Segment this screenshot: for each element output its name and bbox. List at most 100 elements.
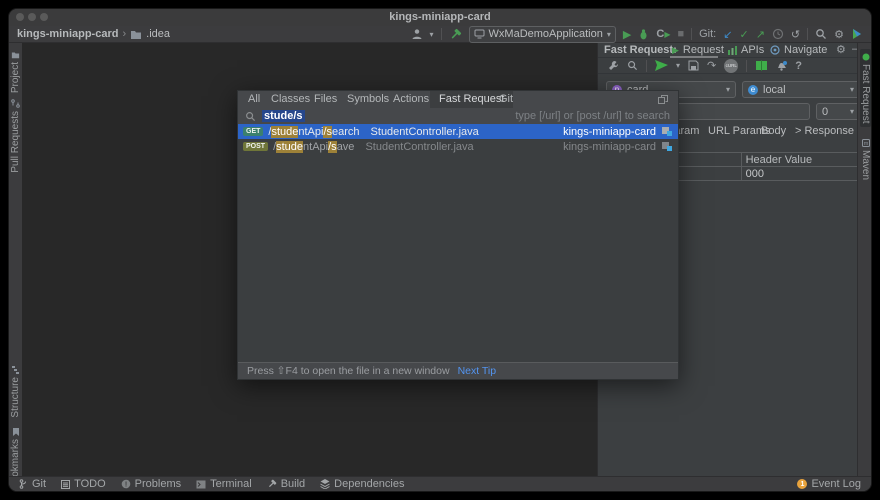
tab-symbols[interactable]: Symbols [347, 91, 389, 108]
sidebar-item-label: Project [10, 62, 21, 93]
send-options-caret-icon[interactable]: ▾ [676, 61, 680, 70]
tab-apis[interactable]: APIs [728, 44, 764, 56]
http-method-badge: GET [243, 127, 263, 136]
tab-navigate[interactable]: Navigate [770, 44, 827, 56]
stop-button: ■ [677, 28, 684, 40]
tab-all[interactable]: All [248, 91, 260, 108]
build-hammer-icon[interactable] [449, 28, 462, 41]
statusbar-todo[interactable]: TODO [61, 478, 106, 490]
sidebar-item-project[interactable]: Project [10, 51, 21, 93]
search-icon[interactable] [627, 60, 638, 71]
sidebar-item-fast-request[interactable]: Fast Request [860, 49, 871, 127]
sidebar-item-label: Fast Request [860, 64, 871, 123]
folder-icon [130, 29, 142, 40]
right-tool-strip: Fast Request m Maven [857, 43, 871, 476]
fast-request-icon [862, 53, 870, 61]
toolbar-separator [746, 60, 747, 72]
sidebar-item-structure[interactable]: Structure [10, 365, 21, 418]
statusbar-build[interactable]: Build [267, 478, 305, 490]
statusbar-event-log[interactable]: 1 Event Log [797, 478, 861, 490]
run-config-select[interactable]: WxMaDemoApplication ▾ [469, 26, 616, 43]
count-select[interactable]: 0 ▾ [816, 103, 860, 120]
git-commit-icon[interactable]: ✓ [739, 28, 748, 41]
module-icon [661, 141, 673, 152]
toolbar-separator [646, 60, 647, 72]
tab-git[interactable]: Git [499, 91, 513, 108]
tab-response[interactable]: > Response [795, 125, 854, 137]
result-file: StudentController.java [371, 126, 479, 138]
open-in-tool-window-icon[interactable] [658, 95, 668, 104]
svg-text:!: ! [124, 481, 126, 488]
next-tip-link[interactable]: Next Tip [458, 365, 497, 377]
panel-settings-gear-icon[interactable]: ⚙ [836, 43, 846, 56]
breadcrumb-project[interactable]: kings-miniapp-card [17, 28, 118, 40]
breadcrumb-chevron-icon: › [122, 28, 126, 40]
plugin-icon[interactable] [851, 28, 863, 40]
search-field[interactable]: stude/s type [/url] or [post /url] to se… [238, 108, 678, 124]
search-everywhere-popup: All Classes Files Symbols Actions Fast R… [237, 90, 679, 380]
user-icon[interactable] [411, 28, 423, 40]
status-bar: Git TODO ! Problems Terminal Build Depen… [9, 476, 871, 491]
sync-arrow-icon[interactable]: ↷ [707, 59, 716, 72]
git-branch-icon [19, 479, 28, 489]
toolbar-separator [441, 28, 442, 40]
header-value-cell[interactable]: 000 [741, 167, 857, 181]
breadcrumb-item[interactable]: .idea [146, 28, 170, 40]
curl-icon[interactable]: cURL [724, 59, 738, 73]
request-toolbar: ▾ ↷ cURL ? [598, 58, 863, 74]
statusbar-dependencies[interactable]: Dependencies [320, 478, 404, 490]
popup-footer: Press ⇧F4 to open the file in a new wind… [238, 362, 678, 379]
git-update-icon[interactable]: ↙ [723, 28, 732, 41]
debug-icon[interactable] [638, 28, 649, 40]
settings-gear-icon[interactable]: ⚙ [834, 28, 844, 41]
config-wrench-icon[interactable] [608, 60, 619, 71]
result-module: kings-miniapp-card [563, 141, 656, 153]
tab-files[interactable]: Files [314, 91, 337, 108]
toolbar-separator [691, 28, 692, 40]
search-icon [245, 111, 256, 122]
popup-tab-bar: All Classes Files Symbols Actions Fast R… [238, 91, 678, 108]
breadcrumb: kings-miniapp-card › .idea [9, 28, 170, 40]
search-everywhere-icon[interactable] [815, 28, 827, 40]
statusbar-problems[interactable]: ! Problems [121, 478, 181, 490]
docs-book-icon[interactable] [755, 60, 768, 71]
header-value-column[interactable]: Header Value [741, 153, 857, 167]
count-select-value: 0 [822, 106, 828, 118]
sidebar-item-maven[interactable]: m Maven [860, 139, 871, 180]
tab-body[interactable]: Body [761, 125, 786, 137]
save-icon[interactable] [688, 60, 699, 71]
coverage-icon[interactable]: C▶ [656, 28, 670, 40]
search-result[interactable]: POST /studentApi/save StudentController.… [238, 139, 678, 154]
tab-request[interactable]: ▶ Request [672, 44, 724, 56]
tab-classes[interactable]: Classes [271, 91, 310, 108]
pull-requests-icon [11, 99, 20, 108]
endpoint-path: /studentApi/search [268, 126, 359, 138]
environment-select[interactable]: e local ▾ [742, 81, 860, 98]
result-file: StudentController.java [365, 141, 473, 153]
search-hint: type [/url] or [post /url] to search [515, 110, 670, 122]
maven-icon: m [862, 139, 870, 147]
git-push-icon[interactable]: ↗ [756, 28, 765, 41]
tab-actions[interactable]: Actions [393, 91, 429, 108]
structure-icon [11, 365, 20, 374]
notification-bell-icon[interactable] [776, 60, 787, 72]
search-result[interactable]: GET /studentApi/search StudentController… [238, 124, 678, 139]
rollback-icon[interactable]: ↺ [791, 28, 800, 41]
help-icon[interactable]: ? [795, 60, 802, 72]
user-caret-icon[interactable]: ▾ [430, 30, 434, 39]
project-icon [11, 51, 20, 59]
panel-title: Fast Request: [604, 44, 677, 56]
statusbar-git[interactable]: Git [19, 478, 46, 490]
sidebar-item-pull-requests[interactable]: Pull Requests [10, 99, 21, 173]
statusbar-terminal[interactable]: Terminal [196, 478, 252, 490]
run-config-label: WxMaDemoApplication [489, 28, 603, 40]
dependencies-icon [320, 479, 330, 489]
apis-icon [728, 46, 737, 55]
run-button[interactable]: ▶ [623, 28, 631, 41]
search-query[interactable]: stude/s [262, 110, 305, 122]
bookmarks-icon [12, 427, 20, 436]
toolbar-separator [807, 28, 808, 40]
svg-text:m: m [863, 141, 868, 147]
terminal-icon [196, 480, 206, 489]
send-request-icon[interactable] [655, 60, 668, 71]
